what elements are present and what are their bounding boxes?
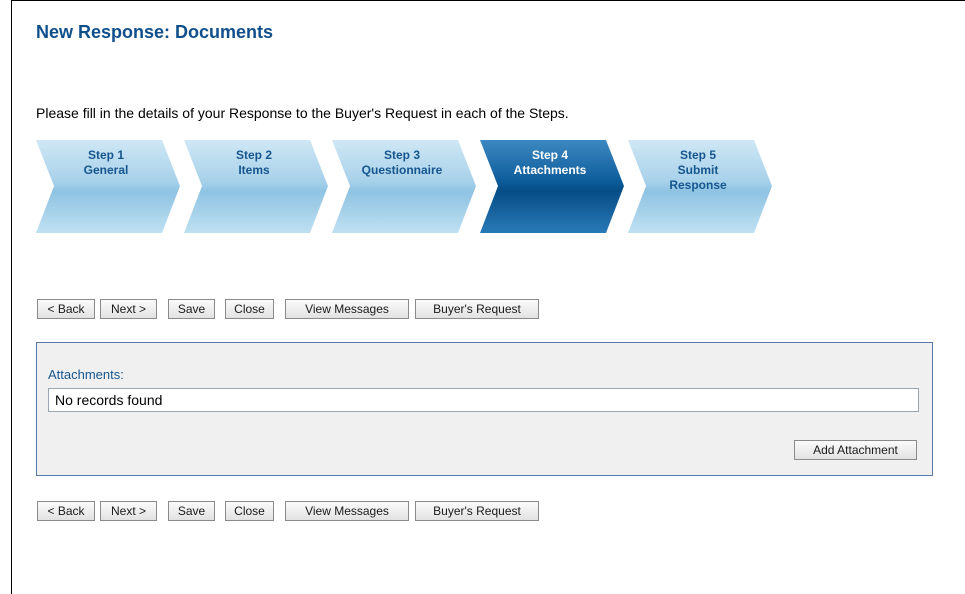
step-2-label: Items (238, 163, 270, 177)
step-1-label: General (83, 163, 129, 177)
save-button[interactable]: Save (168, 501, 215, 521)
step-5-number: Step 5 (679, 148, 716, 162)
next-button[interactable]: Next > (100, 501, 157, 521)
buyers-request-button[interactable]: Buyer's Request (415, 299, 539, 319)
close-button[interactable]: Close (225, 299, 274, 319)
step-3[interactable]: Step 3 Questionnaire (332, 140, 477, 236)
step-1[interactable]: Step 1 General (36, 140, 181, 236)
attachments-panel: Attachments: No records found Add Attach… (36, 342, 933, 476)
attachments-empty-row: No records found (48, 388, 919, 412)
attachments-label: Attachments: (48, 367, 124, 382)
page-title: New Response: Documents (36, 22, 274, 42)
back-button[interactable]: < Back (37, 501, 95, 521)
close-button[interactable]: Close (225, 501, 274, 521)
step-4[interactable]: Step 4 Attachments (480, 140, 625, 236)
intro-text: Please fill in the details of your Respo… (36, 105, 569, 121)
step-3-number: Step 3 (383, 148, 420, 162)
step-2[interactable]: Step 2 Items (184, 140, 329, 236)
step-4-number: Step 4 (531, 148, 568, 162)
step-4-label: Attachments (513, 163, 587, 177)
step-2-number: Step 2 (235, 148, 272, 162)
view-messages-button[interactable]: View Messages (285, 501, 409, 521)
buyers-request-button[interactable]: Buyer's Request (415, 501, 539, 521)
view-messages-button[interactable]: View Messages (285, 299, 409, 319)
step-5-label: Submit (677, 163, 719, 177)
step-1-number: Step 1 (87, 148, 124, 162)
add-attachment-button[interactable]: Add Attachment (794, 440, 917, 460)
step-5-label-line2: Response (669, 178, 727, 192)
next-button[interactable]: Next > (100, 299, 157, 319)
step-wizard: Step 1 General Step 2 Items Step 3 Question… (36, 140, 796, 236)
back-button[interactable]: < Back (37, 299, 95, 319)
step-5[interactable]: Step 5 Submit Response (628, 140, 773, 236)
step-3-label: Questionnaire (361, 163, 443, 177)
save-button[interactable]: Save (168, 299, 215, 319)
